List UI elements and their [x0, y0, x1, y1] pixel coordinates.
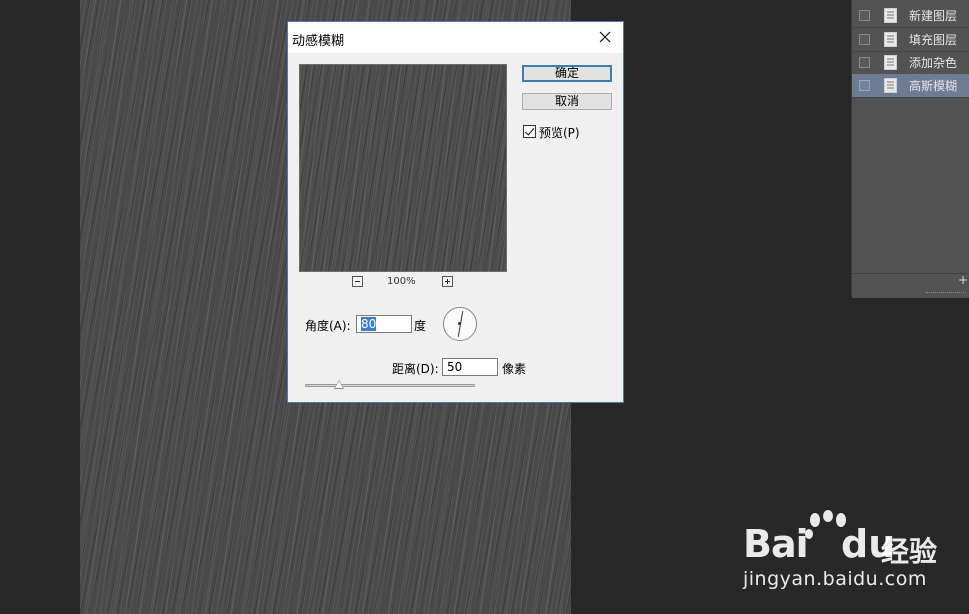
resize-grip[interactable]: [926, 292, 966, 295]
preview-checkbox[interactable]: [523, 125, 536, 138]
watermark-bai: Bai: [743, 522, 809, 566]
layer-name: 新建图层: [909, 9, 958, 23]
zoom-out-button[interactable]: [352, 276, 363, 287]
layer-thumbnail-icon: [884, 55, 897, 70]
zoom-level: 100%: [387, 276, 416, 287]
angle-dial[interactable]: [443, 307, 477, 341]
close-icon[interactable]: [591, 24, 619, 50]
dialog-title: 动感模糊: [292, 34, 345, 49]
visibility-toggle[interactable]: [859, 34, 870, 45]
distance-label: 距离(D):: [392, 362, 439, 376]
angle-value: 80: [361, 317, 377, 331]
dialog-titlebar[interactable]: 动感模糊: [288, 22, 623, 53]
filter-preview[interactable]: [299, 64, 507, 272]
photoshop-workspace: 新建图层 填充图层 添加杂色 高斯模糊 + 动感模糊 100% 确定 取消 预览…: [0, 0, 969, 614]
layer-name: 填充图层: [909, 33, 958, 47]
angle-unit: 度: [414, 319, 427, 333]
visibility-toggle[interactable]: [859, 80, 870, 91]
layer-row[interactable]: 高斯模糊: [852, 74, 969, 98]
distance-unit: 像素: [502, 362, 527, 376]
layer-thumbnail-icon: [884, 8, 897, 23]
layer-thumbnail-icon: [884, 78, 897, 93]
layers-panel-footer: +: [852, 273, 969, 298]
layer-name: 高斯模糊: [909, 79, 958, 93]
motion-blur-dialog: 动感模糊 100% 确定 取消 预览(P) 角度(A): 80 度 距离(D):…: [287, 21, 624, 403]
distance-slider-thumb[interactable]: [334, 380, 344, 389]
visibility-toggle[interactable]: [859, 57, 870, 68]
angle-input[interactable]: 80: [356, 315, 412, 333]
layer-thumbnail-icon: [884, 32, 897, 47]
cancel-button[interactable]: 取消: [522, 93, 612, 110]
baidu-jingyan-watermark: Bai du 经验 jingyan.baidu.com: [741, 510, 951, 600]
ok-button[interactable]: 确定: [522, 65, 612, 82]
layer-row[interactable]: 新建图层: [852, 4, 969, 28]
preview-checkbox-label: 预览(P): [539, 126, 580, 140]
add-layer-icon[interactable]: +: [958, 274, 968, 286]
watermark-jingyan: 经验: [881, 535, 938, 568]
angle-label: 角度(A):: [305, 319, 351, 333]
layer-name: 添加杂色: [909, 56, 958, 70]
distance-input[interactable]: 50: [442, 358, 498, 376]
layer-row[interactable]: 添加杂色: [852, 51, 969, 75]
zoom-in-button[interactable]: [442, 276, 453, 287]
distance-slider-track[interactable]: [305, 384, 475, 387]
angle-dial-center: [458, 322, 461, 325]
layers-panel: 新建图层 填充图层 添加杂色 高斯模糊 +: [851, 0, 969, 298]
visibility-toggle[interactable]: [859, 10, 870, 21]
watermark-url: jingyan.baidu.com: [743, 568, 927, 590]
layer-row[interactable]: 填充图层: [852, 28, 969, 52]
